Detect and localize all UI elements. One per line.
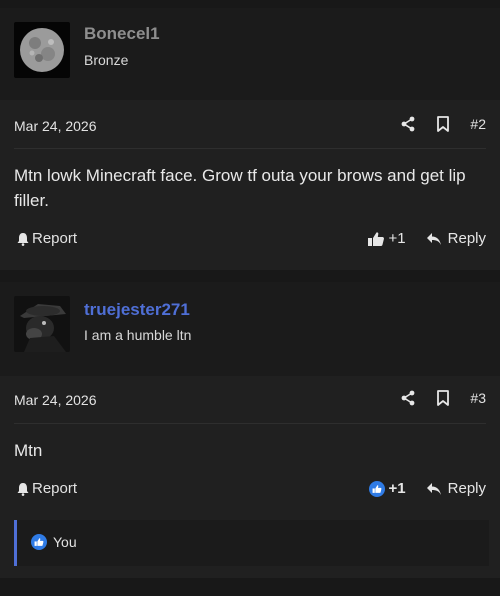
avatar[interactable] <box>14 22 70 78</box>
avatar[interactable] <box>14 296 70 352</box>
user-block: Bonecel1 Bronze <box>0 8 500 100</box>
post-date[interactable]: Mar 24, 2026 <box>14 392 97 408</box>
bookmark-icon[interactable] <box>436 390 450 406</box>
divider <box>14 148 486 149</box>
post-content: Mtn <box>14 441 43 460</box>
share-icon[interactable] <box>400 116 416 132</box>
post-date[interactable]: Mar 24, 2026 <box>14 118 97 134</box>
like-button[interactable]: +1 <box>368 480 406 497</box>
bookmark-icon[interactable] <box>436 116 450 132</box>
reply-label: Reply <box>447 230 486 247</box>
reply-button[interactable]: Reply <box>426 480 486 497</box>
reaction-users: You <box>53 534 77 550</box>
bell-icon <box>17 482 29 496</box>
post-2: Bonecel1 Bronze Mar 24, 2026 #2 Mtn lowk… <box>0 8 500 270</box>
like-reaction-icon <box>31 534 47 550</box>
reply-icon <box>426 232 441 245</box>
report-label: Report <box>32 480 78 497</box>
username[interactable]: Bonecel1 <box>84 24 160 44</box>
dog-avatar-image <box>14 296 70 352</box>
reactions-bar[interactable]: You <box>14 520 489 566</box>
report-button[interactable]: Report <box>16 230 77 247</box>
reply-icon <box>426 482 441 495</box>
report-button[interactable]: Report <box>16 480 77 497</box>
post-meta: Mar 24, 2026 #2 <box>0 102 500 148</box>
reply-label: Reply <box>447 480 486 497</box>
post-number-link[interactable]: #3 <box>470 390 486 406</box>
post-number-link[interactable]: #2 <box>470 116 486 132</box>
thumbs-up-icon <box>367 231 384 246</box>
reply-button[interactable]: Reply <box>426 230 486 247</box>
post-3: truejester271 I am a humble ltn Mar 24, … <box>0 282 500 578</box>
post-meta: Mar 24, 2026 #3 <box>0 376 500 422</box>
like-button[interactable]: +1 <box>367 230 406 247</box>
bell-icon <box>17 232 29 246</box>
user-title: Bronze <box>84 52 129 68</box>
divider <box>14 423 486 424</box>
share-icon[interactable] <box>400 390 416 406</box>
like-count: +1 <box>388 480 406 497</box>
post-actions: Report +1 Reply <box>0 478 500 502</box>
like-count: +1 <box>388 230 406 247</box>
user-title: I am a humble ltn <box>84 327 192 343</box>
username[interactable]: truejester271 <box>84 300 190 320</box>
post-content: Mtn lowk Minecraft face. Grow tf outa yo… <box>14 166 466 210</box>
report-label: Report <box>32 230 78 247</box>
user-block: truejester271 I am a humble ltn <box>0 282 500 376</box>
post-actions: Report +1 Reply <box>0 228 500 252</box>
thumbs-up-icon <box>368 480 385 497</box>
moon-avatar-image <box>14 22 70 78</box>
